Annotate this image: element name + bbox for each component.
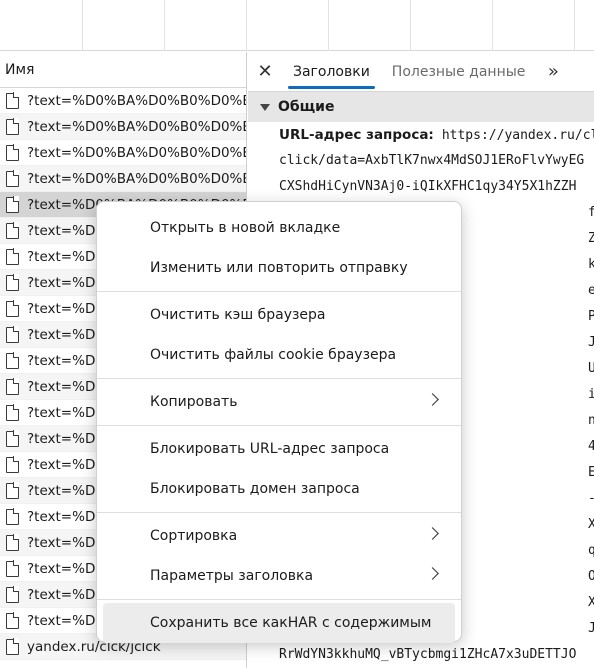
request-url-row: URL-адрес запроса: https://yandex.ru/clck… <box>248 122 594 148</box>
menu-item-label: Сохранить все какHAR с содержимым <box>150 615 432 631</box>
context-menu-item[interactable]: Параметры заголовка <box>103 556 455 596</box>
request-row[interactable]: ?text=%D0%BA%D0%B0%D0%B8%D0%B2 <box>0 114 246 140</box>
request-name: ?text=%D0%BA%D0%B0%D0%B8%D0%B2 <box>27 118 246 135</box>
waterfall-timeline <box>0 0 594 51</box>
caret-down-icon <box>260 103 270 111</box>
document-icon <box>6 144 20 161</box>
timeline-gridline <box>492 0 493 51</box>
general-section-header[interactable]: Общие <box>248 92 594 122</box>
timeline-gridline <box>410 0 411 51</box>
timeline-gridline <box>246 0 247 51</box>
menu-item-label: Сортировка <box>150 528 238 544</box>
url-line: CXShdHiCynVN3Aj0-iQIkXFHC1qy34Y5X1hZZH <box>279 179 577 194</box>
request-name: ?text=%D0%BA%D0%B0%D0%B8%D0%B2 <box>27 170 246 187</box>
more-tabs-icon[interactable]: » <box>536 52 570 91</box>
document-icon <box>6 378 20 395</box>
context-menu-item[interactable]: Блокировать домен запроса <box>103 469 455 509</box>
document-icon <box>6 170 20 187</box>
request-row[interactable]: ?text=%D0%BA%D0%B0%D0%B8%D0%B2 <box>0 88 246 114</box>
document-icon <box>6 92 20 109</box>
chevron-right-icon <box>426 567 439 580</box>
tab-headers[interactable]: Заголовки <box>282 52 381 91</box>
document-icon <box>6 586 20 603</box>
document-icon <box>6 508 20 525</box>
document-icon <box>6 300 20 317</box>
context-menu-item[interactable]: Сортировка <box>103 516 455 556</box>
document-icon <box>6 612 20 629</box>
document-icon <box>6 482 20 499</box>
document-icon <box>6 326 20 343</box>
menu-item-label: Очистить файлы cookie браузера <box>150 347 397 363</box>
request-name: ?text=%D0%BA%D0%B0%D0%B8%D0%B2 <box>27 92 246 109</box>
request-url-label: URL-адрес запроса: <box>279 127 434 143</box>
menu-separator <box>97 599 461 600</box>
context-menu-item[interactable]: Сохранить все какHAR с содержимым <box>103 603 455 643</box>
menu-separator <box>97 512 461 513</box>
close-icon[interactable]: ✕ <box>248 52 282 91</box>
timeline-gridline <box>164 0 165 51</box>
timeline-gridline <box>82 0 83 51</box>
document-icon <box>6 118 20 135</box>
url-line: RrWdYN3kkhuMQ_vBTycbmgi1ZHcA7x3uDETTJO <box>279 647 577 662</box>
chevron-right-icon <box>426 527 439 540</box>
url-line: click/data=AxbTlK7nwx4MdSOJ1ERoFlvYwyEG <box>279 153 585 168</box>
request-row[interactable]: ?text=%D0%BA%D0%B0%D0%B8%D0%B2 <box>0 166 246 192</box>
menu-separator <box>97 378 461 379</box>
name-column-header[interactable]: Имя <box>0 52 246 88</box>
context-menu-item[interactable]: Открыть в новой вкладке <box>103 208 455 248</box>
document-icon <box>6 560 20 577</box>
menu-item-label: Блокировать домен запроса <box>150 481 360 497</box>
menu-item-label: Копировать <box>150 394 238 410</box>
request-url-value: https://yandex.ru/clck/jclck/ <box>441 128 594 143</box>
document-icon <box>6 404 20 421</box>
document-icon <box>6 456 20 473</box>
menu-item-label: Изменить или повторить отправку <box>150 260 408 276</box>
timeline-gridline <box>574 0 575 51</box>
menu-item-label: Открыть в новой вкладке <box>150 220 341 236</box>
document-icon <box>6 638 20 655</box>
document-icon <box>6 274 20 291</box>
document-icon <box>6 534 20 551</box>
menu-item-label: Блокировать URL-адрес запроса <box>150 441 390 457</box>
document-icon <box>6 196 20 213</box>
document-icon <box>6 248 20 265</box>
details-tab-bar: ✕ Заголовки Полезные данные » <box>248 52 594 92</box>
menu-item-label: Очистить кэш браузера <box>150 307 326 323</box>
context-menu-item[interactable]: Копировать <box>103 382 455 422</box>
menu-separator <box>97 425 461 426</box>
context-menu-item[interactable]: Изменить или повторить отправку <box>103 248 455 288</box>
context-menu-item[interactable]: Блокировать URL-адрес запроса <box>103 429 455 469</box>
context-menu-item[interactable]: Очистить файлы cookie браузера <box>103 335 455 375</box>
document-icon <box>6 352 20 369</box>
menu-separator <box>97 291 461 292</box>
document-icon <box>6 430 20 447</box>
chevron-right-icon <box>426 393 439 406</box>
section-title: Общие <box>278 99 335 115</box>
context-menu: Открыть в новой вкладке Изменить или повт… <box>96 201 462 643</box>
request-row[interactable]: ?text=%D0%BA%D0%B0%D0%B8%D0%B2 <box>0 140 246 166</box>
tab-payload[interactable]: Полезные данные <box>381 52 537 91</box>
request-name: ?text=%D0%BA%D0%B0%D0%B8%D0%B2 <box>27 144 246 161</box>
timeline-gridline <box>328 0 329 51</box>
menu-item-label: Параметры заголовка <box>150 568 314 584</box>
context-menu-item[interactable]: Очистить кэш браузера <box>103 295 455 335</box>
document-icon <box>6 222 20 239</box>
